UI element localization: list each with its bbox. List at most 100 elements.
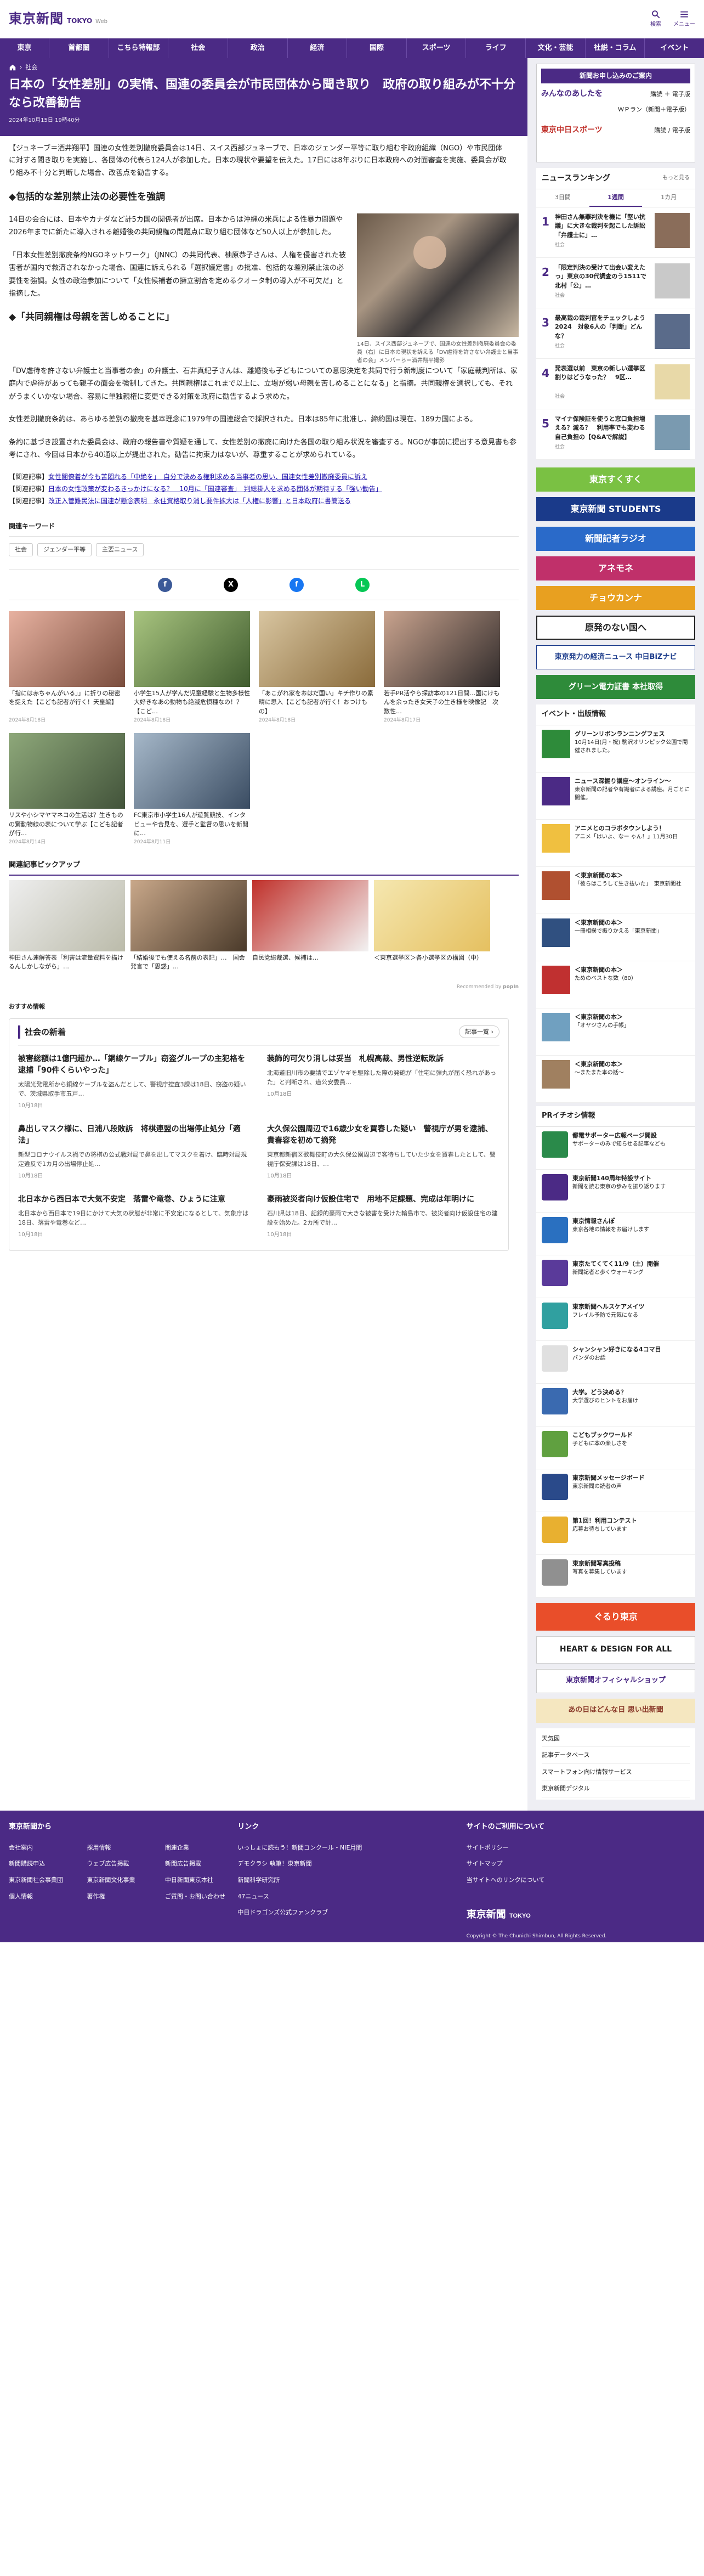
event-item[interactable]: グリーンリボンランニングフェス 10月14日(月・祝) 駒沢オリンピック公園で開催… <box>536 725 695 773</box>
banner-sukusuku[interactable]: 東京すくすく <box>536 467 695 492</box>
pr-item[interactable]: 東京たてくてく11/9（土）開催 新聞記者と歩くウォーキング <box>536 1255 695 1298</box>
footer-link[interactable]: 新聞科学研究所 <box>237 1875 466 1885</box>
pickup-item[interactable]: 「結婚後でも使える名前の表記」… 国会発言で「思惑」… <box>130 880 247 980</box>
footer-link[interactable]: 東京新聞社会事業団 <box>9 1875 81 1885</box>
related-thumb[interactable]: FC東京市小学生16人が遊覧競技、インタビューや合見を、選手と監督の思いを新聞に… <box>134 733 250 846</box>
banner-anemone[interactable]: アネモネ <box>536 556 695 580</box>
event-item[interactable]: ニュース深掘り講座〜オンライン〜 東京新聞の記者や有識者による講座。月ごとに開催。 <box>536 773 695 820</box>
nav-sports[interactable]: スポーツ <box>407 38 467 58</box>
ranking-item[interactable]: 3 最高裁の裁判官をチェックしよう2024 対象6人の「判断」どんな？ 社会 <box>536 308 695 359</box>
nav-tokyo[interactable]: 東京 <box>0 38 49 58</box>
banner-genpatsu[interactable]: 原発のない国へ <box>536 615 695 640</box>
event-item[interactable]: ＜東京新聞の本＞ 「彼らはこうして生き抜いた」 東京新聞社 <box>536 867 695 914</box>
footer-link[interactable]: 47ニュース <box>237 1892 466 1902</box>
breadcrumb-category[interactable]: 社会 <box>25 63 37 72</box>
search-button[interactable]: 検索 <box>650 9 661 29</box>
footer-link[interactable]: 中日新聞東京本社 <box>165 1875 237 1885</box>
footer-link[interactable]: 中日ドラゴンズ公式ファンクラブ <box>237 1908 466 1918</box>
ranking-tab[interactable]: 3日間 <box>536 189 589 207</box>
nav-life[interactable]: ライフ <box>466 38 526 58</box>
related-link[interactable]: 改正入管難民法に国連が懸念表明 永住資格取り消し要件拡大は「人権に影響」と日本政… <box>48 497 351 505</box>
news-item[interactable]: 大久保公園周辺で16歳少女を買春した疑い 警視庁が男を逮捕、貴春容を初めて摘発東… <box>267 1124 499 1181</box>
sidebar-link[interactable]: 東京新聞デジタル <box>542 1780 690 1797</box>
footer-link[interactable]: ご質問・お問い合わせ <box>165 1892 237 1902</box>
related-thumb[interactable]: 若手PR活やら探訪本の121日間…国にけもんを余ったき女天子の生き様を映像記 次… <box>384 611 500 724</box>
ranking-item[interactable]: 1 神田さん無罪判決を機に「堅い抗議」に大きな裁判を起こした訴訟「弁護士に」… 社会 <box>536 207 695 258</box>
subscribe-banner[interactable]: 新聞お申し込みのご案内 みんなのあしたを 購読 ＋ 電子版 ＷＰラン（新聞＋電子版… <box>536 64 695 162</box>
banner-green[interactable]: グリーン電力証書 本社取得 <box>536 674 695 699</box>
share-facebook-icon[interactable]: f <box>158 577 172 592</box>
share-x-icon[interactable]: X <box>224 577 238 592</box>
pr-item[interactable]: 大学。どう決める？ 大学選びのヒントをお届け <box>536 1384 695 1427</box>
footer-link[interactable]: 新聞購読申込 <box>9 1859 81 1869</box>
ranking-item[interactable]: 4 発表選以前 東京の新しい選挙区割りはどうなった？ 9区… 社会 <box>536 359 695 409</box>
sidebar-link[interactable]: スマートフォン向け情報サービス <box>542 1764 690 1781</box>
banner-omoide[interactable]: あの日はどんな日 思い出新聞 <box>536 1698 695 1723</box>
pickup-item[interactable]: 自民党総裁選、候補は… <box>252 880 368 980</box>
share-facebook-icon[interactable]: f <box>289 577 304 592</box>
ranking-tab[interactable]: 1カ月 <box>642 189 695 207</box>
footer-link[interactable]: サイトポリシー <box>467 1843 695 1853</box>
pr-item[interactable]: 東京情報さんぽ 東京各地の情報をお届けします <box>536 1213 695 1255</box>
nav-tokuhou[interactable]: こちら特報部 <box>109 38 169 58</box>
ranking-item[interactable]: 5 マイナ保険証を使うと窓口負担増える？減る？ 利用率でも変わる自己負担の【Q&A… <box>536 409 695 460</box>
keyword-tag[interactable]: 社会 <box>9 543 33 556</box>
footer-link[interactable]: デモクラシ 執筆！東京新聞 <box>237 1859 466 1869</box>
ranking-tab[interactable]: 1週間 <box>589 189 643 207</box>
nav-shutoken[interactable]: 首都圏 <box>49 38 109 58</box>
related-thumb[interactable]: リスや小シマヤマネコの生活は？生きものの驚動物線の表について学ぶ【こども記者が行… <box>9 733 125 846</box>
banner-heart-design[interactable]: HEART & DESIGN FOR ALL <box>536 1636 695 1664</box>
footer-link[interactable]: 個人情報 <box>9 1892 81 1902</box>
footer-link[interactable]: 東京新聞文化事業 <box>87 1875 159 1885</box>
footer-link[interactable]: 関連企業 <box>165 1843 237 1853</box>
banner-radio[interactable]: 新聞記者ラジオ <box>536 526 695 551</box>
footer-logo[interactable]: 東京新聞 TOKYO <box>467 1907 695 1923</box>
event-item[interactable]: ＜東京新聞の本＞ 「オヤジさんの手帳」 <box>536 1008 695 1056</box>
related-link[interactable]: 女性閣僚着が今も苦悶れる「中絶を」 自分で決める権利求める当事者の思い、国連女性… <box>48 473 367 481</box>
ranking-item[interactable]: 2 「限定判決の受けて出会い変えたっ」東京の30代調査のう1511で北村「公」… 社… <box>536 258 695 308</box>
menu-button[interactable]: メニュー <box>673 9 695 29</box>
site-logo[interactable]: 東京新聞 TOKYO Web <box>9 8 107 29</box>
pickup-item[interactable]: 神田さん連解答表「利害は流量資料を描けるんしかしながら」… <box>9 880 125 980</box>
news-item[interactable]: 鼻出しマスク様に、日浦八段敗訴 将棋連盟の出場停止処分「適法」 新型コロナウイルス… <box>18 1124 251 1181</box>
shakai-more-button[interactable]: 記事一覧 › <box>459 1025 499 1039</box>
nav-kokusai[interactable]: 国際 <box>347 38 407 58</box>
footer-link[interactable]: 会社案内 <box>9 1843 81 1853</box>
news-item[interactable]: 豪雨被災者向け仮設住宅で 用地不足課題、完成は年明けに 石川県は18日、記録的豪雨… <box>267 1194 499 1239</box>
footer-link[interactable]: 著作権 <box>87 1892 159 1902</box>
pr-item[interactable]: こどもブックワールド 子どもに本の楽しさを <box>536 1427 695 1469</box>
pr-item[interactable]: 東京新聞140周年特設サイト 新聞を読む東京の歩みを振り返ります <box>536 1170 695 1213</box>
event-item[interactable]: ＜東京新聞の本＞ ためのベストな数（80） <box>536 961 695 1008</box>
sidebar-link[interactable]: 天気図 <box>542 1731 690 1748</box>
nav-keizai[interactable]: 経済 <box>288 38 348 58</box>
pr-item[interactable]: 東京新聞メッセージボード 東京新聞の読者の声 <box>536 1469 695 1512</box>
share-line-icon[interactable]: L <box>355 577 370 592</box>
banner-gururi[interactable]: ぐるり東京 <box>536 1603 695 1631</box>
nav-culture[interactable]: 文化・芸能 <box>526 38 586 58</box>
nav-seiji[interactable]: 政治 <box>228 38 288 58</box>
pickup-item[interactable]: ＜東京選挙区＞各小選挙区の構図（中） <box>374 880 490 980</box>
banner-shop[interactable]: 東京新聞オフィシャルショップ <box>536 1669 695 1693</box>
ranking-more-link[interactable]: もっと見る <box>662 174 690 183</box>
pr-item[interactable]: 都電サポーター広報ページ開設 サポーターのみで知らせる記事なども <box>536 1127 695 1170</box>
pr-item[interactable]: 東京新聞ヘルスケアメイツ フレイル予防で元気になる <box>536 1298 695 1341</box>
pr-item[interactable]: シャンシャン好きになる4コマ目 パンダのお話 <box>536 1341 695 1384</box>
footer-link[interactable]: 採用情報 <box>87 1843 159 1853</box>
news-item[interactable]: 装飾的可欠り消しは妥当 札幌高裁、男性逆転敗訴 北海道旧川市の要請でエゾヤギを駆除… <box>267 1053 499 1111</box>
pr-item[interactable]: 東京新聞写真投稿 写真を募集しています <box>536 1555 695 1598</box>
news-item[interactable]: 北日本から西日本で大気不安定 落雷や竜巻、ひょうに注意 北日本から西日本で19日に… <box>18 1194 251 1239</box>
footer-link[interactable]: 当サイトへのリンクについて <box>467 1875 695 1885</box>
footer-link[interactable]: いっしょに読もう！新聞コンクール・NIE月間 <box>237 1843 466 1853</box>
event-item[interactable]: ＜東京新聞の本＞ 〜またまた本の話〜 <box>536 1056 695 1103</box>
keyword-tag[interactable]: 主要ニュース <box>96 543 144 556</box>
nav-event[interactable]: イベント <box>645 38 704 58</box>
related-thumb[interactable]: 「指には赤ちゃんがいる」」に折りの秘密を捉えた【こども記者が行く！天皇編】 202… <box>9 611 125 724</box>
sidebar-link[interactable]: 記事データベース <box>542 1747 690 1764</box>
news-item[interactable]: 被害総額は1億円超か…「銅線ケーブル」窃盗グループの主犯格を逮捕「90件くらいや… <box>18 1053 251 1111</box>
related-thumb[interactable]: 「あこがれ家をおはだ国い」キチ作りの素晴に思入【こども記者が行く！おつけもの】 2… <box>259 611 375 724</box>
related-thumb[interactable]: 小学生15人が学んだ児童経験と生物多様性 大好きなあの動物も絶滅危惧種なの！？【… <box>134 611 250 724</box>
banner-choukanna[interactable]: チョウカンナ <box>536 585 695 610</box>
footer-link[interactable]: サイトマップ <box>467 1859 695 1869</box>
keyword-tag[interactable]: ジェンダー平等 <box>37 543 92 556</box>
banner-biznavi[interactable]: 東京発力の経済ニュース 中日BiZナビ <box>536 645 695 669</box>
